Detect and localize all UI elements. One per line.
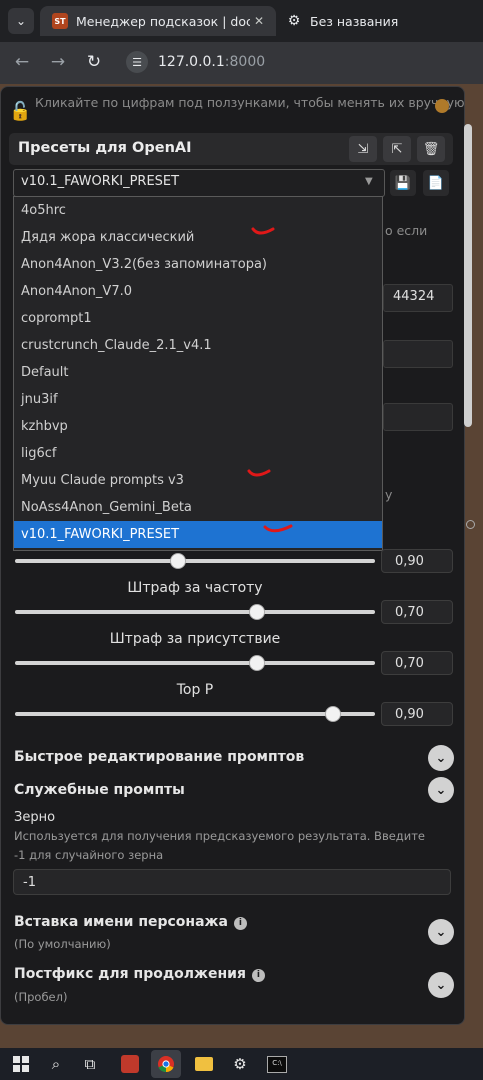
- quick-edit-title: Быстрое редактирование промптов: [14, 749, 305, 765]
- task-view-icon[interactable]: ⧉: [78, 1052, 102, 1076]
- name-insert-subtitle: (По умолчанию): [14, 937, 111, 951]
- slider-thumb[interactable]: [170, 553, 186, 569]
- tab-title: Без названия: [310, 13, 399, 29]
- url-host: 127.0.0.1: [158, 54, 225, 70]
- export-preset-icon[interactable]: ⇱: [383, 136, 411, 162]
- dropdown-option[interactable]: crustcrunch_Claude_2.1_v4.1: [14, 332, 382, 359]
- frequency-penalty-label: Штраф за частоту: [127, 580, 263, 596]
- presence-penalty-label: Штраф за присутствие: [109, 631, 281, 647]
- info-icon[interactable]: i: [251, 969, 265, 982]
- temperature-slider[interactable]: [15, 559, 375, 563]
- dropdown-option[interactable]: Дядя жора классический: [14, 224, 382, 251]
- dropdown-option-selected[interactable]: v10.1_FAWORKI_PRESET: [14, 521, 382, 548]
- seed-description: -1 для случайного зерна: [14, 848, 164, 862]
- import-preset-icon[interactable]: ⇲: [349, 136, 377, 162]
- dropdown-option[interactable]: kzhbvp: [14, 413, 382, 440]
- slider-thumb[interactable]: [249, 604, 266, 620]
- preset-select-value: v10.1_FAWORKI_PRESET: [21, 174, 180, 189]
- top-p-slider[interactable]: [15, 712, 375, 716]
- settings-app-icon[interactable]: ⚙: [228, 1052, 252, 1076]
- url-text[interactable]: 127.0.0.1:8000: [158, 54, 265, 70]
- presence-penalty-slider[interactable]: [15, 661, 375, 665]
- app-icon[interactable]: [118, 1052, 142, 1076]
- seed-description: Используется для получения предсказуемог…: [14, 829, 425, 843]
- partial-description-text: о если: [385, 223, 428, 238]
- slider-value-box[interactable]: 0,90: [381, 549, 453, 573]
- tab-title: Менеджер подсказок | docs.ST: [76, 13, 250, 29]
- chrome-icon[interactable]: [151, 1050, 181, 1078]
- delete-preset-icon[interactable]: 🗑: [417, 136, 445, 162]
- slider-value-box[interactable]: 0,90: [381, 702, 453, 726]
- terminal-icon[interactable]: C:\: [265, 1052, 289, 1076]
- status-dot-icon: [435, 99, 449, 113]
- name-insert-title: Вставка имени персонажа i: [14, 914, 247, 930]
- search-icon[interactable]: ⌕: [44, 1052, 68, 1076]
- gear-icon: ⚙: [287, 13, 301, 29]
- red-checkmark-annotation: [251, 227, 275, 235]
- dropdown-option[interactable]: jnu3if: [14, 386, 382, 413]
- tab-search-chevron-icon[interactable]: ⌄: [8, 8, 34, 34]
- context-size-value: 44324: [393, 289, 435, 304]
- red-checkmark-annotation: [247, 469, 271, 477]
- slider-value-box[interactable]: 0,70: [381, 651, 453, 675]
- dropdown-option[interactable]: lig6cf: [14, 440, 382, 467]
- dropdown-option[interactable]: coprompt1: [14, 305, 382, 332]
- dropdown-option[interactable]: NoAss4Anon_Gemini_Beta: [14, 494, 382, 521]
- site-info-icon[interactable]: ☰: [126, 51, 148, 73]
- name-insert-title-text: Вставка имени персонажа: [14, 914, 228, 930]
- dropdown-option[interactable]: Anon4Anon_V3.2(без запоминатора): [14, 251, 382, 278]
- red-checkmark-annotation: [263, 524, 293, 533]
- dropdown-option[interactable]: Anon4Anon_V7.0: [14, 278, 382, 305]
- hidden-input[interactable]: [383, 403, 453, 431]
- seed-label: Зерно: [14, 810, 56, 825]
- continue-postfix-title-text: Постфикс для продолжения: [14, 966, 246, 982]
- info-icon[interactable]: i: [233, 917, 247, 930]
- dropdown-option[interactable]: Default: [14, 359, 382, 386]
- unlocked-padlock-icon[interactable]: 🔓: [9, 101, 31, 123]
- chevron-down-icon[interactable]: ⌄: [428, 745, 454, 771]
- service-prompts-title: Служебные промпты: [14, 782, 185, 798]
- slider-thumb[interactable]: [249, 655, 266, 671]
- new-preset-icon[interactable]: 📄: [423, 170, 449, 196]
- slider-thumb[interactable]: [324, 706, 341, 722]
- preset-dropdown-list: 4o5hrc Дядя жора классический Anon4Anon_…: [13, 196, 383, 551]
- hidden-input[interactable]: [383, 340, 453, 368]
- presets-title: Пресеты для OpenAI: [18, 140, 192, 156]
- save-preset-icon[interactable]: 💾: [390, 170, 416, 196]
- caret-down-icon: ▼: [365, 176, 373, 187]
- chevron-down-icon[interactable]: ⌄: [428, 777, 454, 803]
- chevron-down-icon[interactable]: ⌄: [428, 972, 454, 998]
- seed-input[interactable]: -1: [13, 869, 451, 895]
- tab-active[interactable]: ST Менеджер подсказок | docs.ST ✕: [40, 6, 276, 36]
- reload-icon[interactable]: ↻: [84, 52, 104, 72]
- close-icon[interactable]: ✕: [250, 14, 268, 28]
- chevron-down-icon[interactable]: ⌄: [428, 919, 454, 945]
- slider-value-box[interactable]: 0,70: [381, 600, 453, 624]
- dropdown-option[interactable]: 4o5hrc: [14, 197, 382, 224]
- continue-postfix-title: Постфикс для продолжения i: [14, 966, 265, 982]
- forward-arrow-icon[interactable]: →: [48, 52, 68, 72]
- continue-postfix-subtitle: (Пробел): [14, 990, 68, 1004]
- drawer-handle-icon[interactable]: [466, 520, 475, 529]
- url-port: :8000: [224, 54, 266, 70]
- top-p-label: Top P: [176, 682, 214, 698]
- dropdown-option[interactable]: Myuu Claude prompts v3: [14, 467, 382, 494]
- slider-hint-text: Кликайте по цифрам под ползунками, чтобы…: [35, 95, 465, 110]
- back-arrow-icon[interactable]: ←: [12, 52, 32, 72]
- tab-inactive[interactable]: ⚙ Без названия: [280, 6, 483, 36]
- partial-description-text: у: [385, 487, 393, 502]
- windows-start-icon[interactable]: [9, 1052, 33, 1076]
- file-explorer-icon[interactable]: [192, 1052, 216, 1076]
- openai-settings-panel: 🔓 Кликайте по цифрам под ползунками, что…: [0, 86, 465, 1025]
- sillytavern-favicon-icon: ST: [52, 13, 68, 29]
- frequency-penalty-slider[interactable]: [15, 610, 375, 614]
- panel-scrollbar[interactable]: [464, 124, 472, 427]
